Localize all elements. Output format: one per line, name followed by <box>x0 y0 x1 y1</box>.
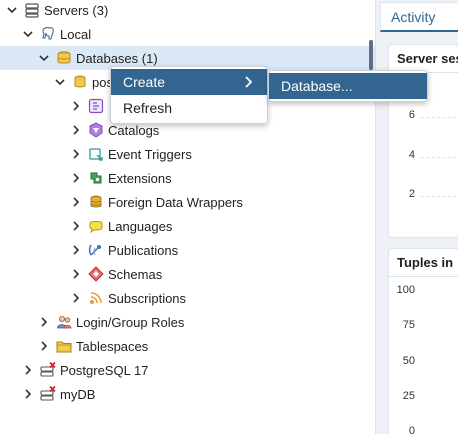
tree-node-label: Catalogs <box>108 122 160 138</box>
chevron-down-icon[interactable] <box>22 28 34 40</box>
chevron-right-icon[interactable] <box>38 316 50 328</box>
chevron-right-icon[interactable] <box>70 292 82 304</box>
tree-node-label: Publications <box>108 242 179 258</box>
tree-node-servers[interactable]: Servers (3) <box>0 0 375 22</box>
chevron-right-icon[interactable] <box>70 172 82 184</box>
card-title: Server ses <box>389 45 458 73</box>
gridline <box>421 157 458 158</box>
tree-node-local-server[interactable]: Local <box>0 22 375 46</box>
menu-item-create[interactable]: Create <box>111 69 267 95</box>
chevron-right-icon[interactable] <box>70 100 82 112</box>
tree-node-event-triggers[interactable]: Event Triggers <box>0 142 375 166</box>
chevron-right-icon[interactable] <box>38 340 50 352</box>
context-menu: Create Refresh <box>110 66 268 124</box>
tree-node-login-group-roles[interactable]: Login/Group Roles <box>0 310 375 334</box>
foreign-data-wrapper-icon <box>88 194 104 210</box>
chevron-right-icon[interactable] <box>70 148 82 160</box>
tree-node-label: Tablespaces <box>76 338 149 354</box>
postgres-elephant-icon <box>40 26 56 42</box>
tree-node-label: myDB <box>60 386 96 402</box>
tree-node-label: Login/Group Roles <box>76 314 185 330</box>
tree-node-foreign-data-wrappers[interactable]: Foreign Data Wrappers <box>0 190 375 214</box>
tree-node-postgresql-17[interactable]: PostgreSQL 17 <box>0 358 375 382</box>
chevron-right-icon[interactable] <box>70 124 82 136</box>
casts-icon <box>88 98 104 114</box>
tree-node-label: Subscriptions <box>108 290 187 306</box>
create-submenu: Database... <box>268 70 428 102</box>
tree-node-languages[interactable]: Languages <box>0 214 375 238</box>
database-icon <box>72 74 88 90</box>
extensions-icon <box>88 170 104 186</box>
chevron-right-icon[interactable] <box>22 388 34 400</box>
tree-node-label: Servers (3) <box>44 2 109 18</box>
tree-node-label: Event Triggers <box>108 146 192 162</box>
card-title: Tuples in <box>389 249 458 277</box>
tree-node-label: Foreign Data Wrappers <box>108 194 243 210</box>
chevron-down-icon[interactable] <box>6 4 18 16</box>
gridline <box>421 196 458 197</box>
gridline <box>421 117 458 118</box>
chevron-right-icon[interactable] <box>22 364 34 376</box>
tree-scrollbar[interactable] <box>369 40 373 70</box>
subscriptions-icon <box>88 290 104 306</box>
chevron-down-icon[interactable] <box>54 76 66 88</box>
menu-item-label: Refresh <box>123 100 173 116</box>
tree-node-schemas[interactable]: Schemas <box>0 262 375 286</box>
chevron-right-icon[interactable] <box>70 220 82 232</box>
chevron-right-icon <box>245 76 253 88</box>
tree-node-mydb[interactable]: myDB <box>0 382 375 406</box>
event-trigger-icon <box>88 146 104 162</box>
y-tick-label: 6 <box>408 109 415 121</box>
y-tick-label: 75 <box>402 319 415 331</box>
roles-icon <box>56 314 72 330</box>
tree-node-label: PostgreSQL 17 <box>60 362 149 378</box>
y-tick-label: 4 <box>408 149 415 161</box>
tuples-in-card: Tuples in 100 75 50 25 0 <box>388 248 458 434</box>
chevron-right-icon[interactable] <box>70 196 82 208</box>
schemas-icon <box>88 266 104 282</box>
tablespaces-folder-icon <box>56 338 72 354</box>
menu-item-label: Create <box>123 74 166 90</box>
languages-icon <box>88 218 104 234</box>
server-group-icon <box>24 2 40 18</box>
tree-node-tablespaces[interactable]: Tablespaces <box>0 334 375 358</box>
tree-node-label: Local <box>60 26 92 42</box>
y-tick-label: 25 <box>402 390 415 402</box>
server-disconnected-icon <box>40 386 56 402</box>
chevron-right-icon[interactable] <box>70 244 82 256</box>
tree-node-label: Schemas <box>108 266 163 282</box>
tree-node-label: Databases (1) <box>76 50 158 66</box>
publications-icon <box>88 242 104 258</box>
dashboard-panel: Activity Server ses 6 4 2 Tuples in 100 … <box>375 0 458 434</box>
databases-icon <box>56 50 72 66</box>
tree-node-publications[interactable]: Publications <box>0 238 375 262</box>
server-disconnected-icon <box>40 362 56 378</box>
y-tick-label: 0 <box>408 425 415 434</box>
menu-item-refresh[interactable]: Refresh <box>111 95 267 121</box>
tab-activity[interactable]: Activity <box>380 2 458 32</box>
chevron-right-icon[interactable] <box>70 268 82 280</box>
catalogs-icon <box>88 122 104 138</box>
y-tick-label: 50 <box>402 355 415 367</box>
tree-node-subscriptions[interactable]: Subscriptions <box>0 286 375 310</box>
tree-node-label: Extensions <box>108 170 172 186</box>
y-tick-label: 2 <box>408 188 415 200</box>
chevron-down-icon[interactable] <box>38 52 50 64</box>
tree-node-label: Languages <box>108 218 173 234</box>
y-tick-label: 100 <box>396 284 415 296</box>
menu-item-create-database[interactable]: Database... <box>269 73 427 99</box>
tree-node-extensions[interactable]: Extensions <box>0 166 375 190</box>
